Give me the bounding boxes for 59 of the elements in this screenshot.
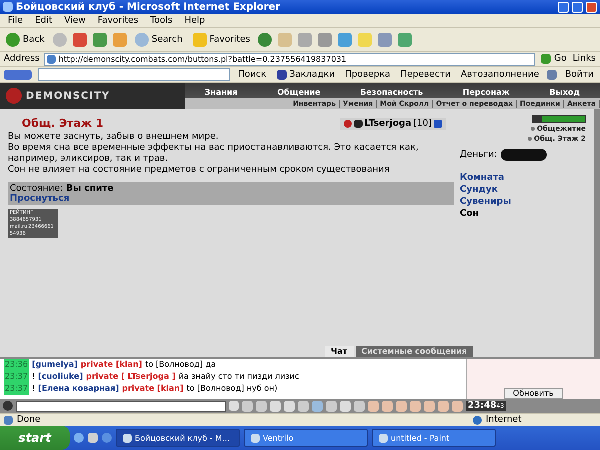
address-field[interactable]: http://demonscity.combats.com/buttons.pl?battle=0.237556419837031 [44,52,536,66]
location-title: Общ. Этаж 1 [22,117,104,130]
chat-tab[interactable]: Чат [325,346,354,357]
censored-blob [501,149,548,161]
start-button[interactable]: start [0,426,70,450]
health-bar [532,115,586,123]
menu-item[interactable]: View [58,16,92,26]
back-button[interactable]: Back [4,32,47,46]
user-name: LTserjoga [364,118,412,128]
go-button[interactable]: Go [539,54,569,64]
description-text: Вы можете заснуть, забыв о внешнем мире. [8,132,220,143]
money-label: Деньги: [460,150,498,160]
zone-text: Internet [486,415,523,425]
window-title: Бойцовский клуб - Microsoft Internet Explorer [16,2,282,12]
spellcheck-button[interactable]: Проверка [343,70,393,80]
address-label: Address [4,54,40,64]
menu-item[interactable]: File [2,16,30,26]
chat-message: 23:37 ! [Елена коварная] private [klan] to [Волновод] нуб он) [4,383,279,395]
nav-link[interactable]: Выход [550,88,580,96]
status-text: Done [17,415,41,425]
nav-link[interactable]: Персонаж [462,88,510,96]
wake-up-link[interactable]: Проснуться [10,194,452,204]
nav-link[interactable]: Знания [204,88,238,96]
refresh-button[interactable]: Обновить [504,388,563,399]
room-link[interactable]: Сон [460,209,586,219]
status-value: Вы спите [66,184,114,194]
autofill-button[interactable]: Автозаполнение [459,70,542,80]
chat-message: 23:37 ! [cuoliuke] private [ LTserjoga ] йа знайу сто ти пизди лизис [4,371,300,383]
bookmarks-button[interactable]: Закладки [274,70,338,80]
translate-button[interactable]: Перевести [398,70,454,80]
status-label: Состояние: [10,184,64,194]
menu-item[interactable]: Edit [29,16,58,26]
search-button[interactable]: Поиск [236,70,269,80]
room-link[interactable]: Сундук [460,185,586,195]
description-text: Во время сна все временные эффекты на вас приостанавливаются. Это касается как, например, эликсиров, так и трав. [8,143,420,165]
favorites-button[interactable]: Favorites [190,32,252,46]
sign-in-button[interactable]: Войти [563,70,596,80]
game-logo: DEMONSCITY [26,90,110,102]
taskbar-button[interactable]: untitled - Paint [372,429,496,447]
user-level: [10] [414,118,432,128]
chat-input[interactable] [16,400,226,412]
chat-message: 23:36 [gumelya] private [klan] to [Волновод] да [4,359,218,371]
menu-item[interactable]: Help [178,16,212,26]
room-link[interactable]: Сувениры [460,197,586,207]
search-button[interactable]: Search [132,32,185,46]
taskbar-button[interactable]: Бойцовский клуб - M... [116,429,240,447]
links-label: Links [572,54,596,64]
room-link[interactable]: Комната [460,173,586,183]
menu-item[interactable]: Tools [144,16,179,26]
google-search-field[interactable] [38,68,230,81]
nav-link[interactable]: Безопасность [360,88,424,96]
minimize-button[interactable] [558,2,569,12]
nav-link[interactable]: Общение [277,88,321,96]
description-text: Сон не влияет на состояние предметов с ограниченным сроком существования [8,165,391,176]
menu-item[interactable]: Favorites [92,16,145,26]
close-button[interactable] [586,2,597,12]
maximize-button[interactable] [572,2,583,12]
chat-tab[interactable]: Системные сообщения [356,346,474,357]
taskbar-button[interactable]: Ventrilo [244,429,368,447]
